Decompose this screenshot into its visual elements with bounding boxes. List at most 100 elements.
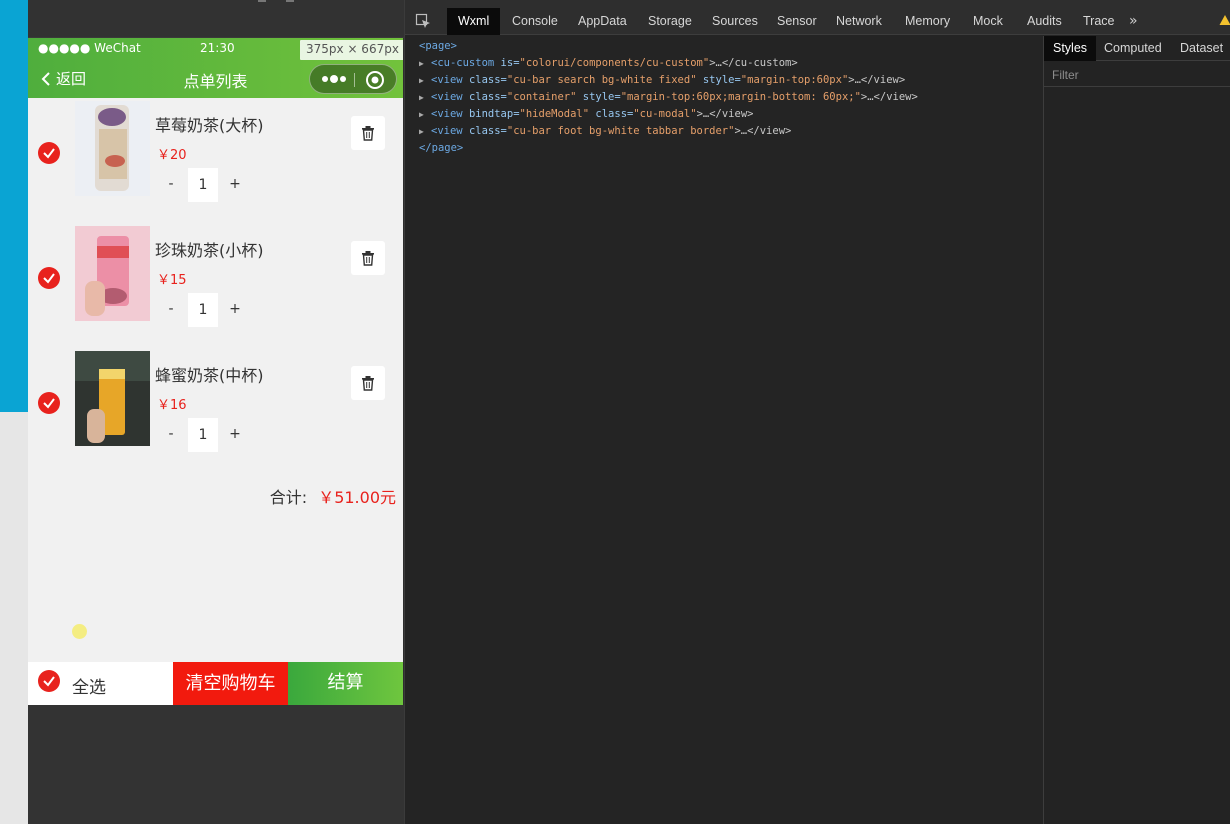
xml-tag-tail: >…</cu-custom> (709, 57, 798, 69)
item-name: 蜂蜜奶茶(中杯) (155, 366, 264, 385)
cart-item: 珍珠奶茶(小杯) ￥15 - 1 + (28, 223, 403, 327)
item-price: ￥16 (157, 398, 187, 413)
checkmark-icon (43, 273, 55, 284)
tab-trace[interactable]: Trace (1072, 8, 1126, 35)
xml-page-open[interactable]: <page> (419, 38, 457, 55)
xml-node[interactable]: ▶ <view class="container" style="margin-t… (419, 89, 918, 106)
desktop-wallpaper-strip (0, 0, 28, 412)
checkout-button[interactable]: 结算 (288, 662, 403, 705)
select-all-checkbox[interactable] (38, 670, 60, 692)
tab-sources[interactable]: Sources (701, 8, 769, 35)
simulator-toolbar (28, 0, 404, 38)
expand-triangle-icon: ▶ (419, 127, 424, 136)
navigation-bar: 返回 点单列表 (28, 58, 403, 98)
more-dots-icon[interactable] (321, 72, 349, 86)
status-time: 21:30 (200, 41, 235, 55)
wxml-tree: <page> ▶ <cu-custom is="colorui/component… (405, 36, 1043, 824)
xml-tag-tail: >…</view> (848, 74, 906, 86)
tab-console[interactable]: Console (501, 8, 569, 35)
tab-memory[interactable]: Memory (894, 8, 961, 35)
expand-triangle-icon: ▶ (419, 110, 424, 119)
xml-attr-value: "container" (506, 91, 577, 103)
more-tabs-icon[interactable]: » (1129, 13, 1138, 29)
miniprogram-capsule (309, 64, 397, 94)
cursor-indicator (72, 624, 87, 639)
trash-icon (362, 251, 374, 266)
devtools-top-strip (405, 0, 1230, 8)
trash-icon (362, 126, 374, 141)
xml-node[interactable]: ▶ <view class="cu-bar foot bg-white tabba… (419, 123, 791, 140)
tab-computed[interactable]: Computed (1095, 36, 1171, 61)
styles-tab-bar: Styles Computed Dataset (1044, 36, 1230, 61)
quantity-stepper: - 1 + (155, 168, 245, 202)
decrease-button[interactable]: - (161, 426, 181, 442)
quantity-value[interactable]: 1 (188, 293, 218, 327)
xml-attr-name: is (500, 57, 514, 69)
quantity-value[interactable]: 1 (188, 418, 218, 452)
xml-attr-value: "cu-bar foot bg-white tabbar border" (506, 125, 735, 137)
item-checkbox[interactable] (38, 392, 60, 414)
delete-button[interactable] (351, 241, 385, 275)
xml-tag: <view (431, 91, 463, 103)
clear-cart-button[interactable]: 清空购物车 (173, 662, 288, 705)
inspect-element-icon[interactable] (415, 13, 431, 29)
xml-node[interactable]: ▶ <cu-custom is="colorui/components/cu-cu… (419, 55, 798, 72)
checkmark-icon (43, 398, 55, 409)
capsule-divider (354, 73, 355, 87)
item-price: ￥20 (157, 148, 187, 163)
devtools-tab-bar: Wxml Console AppData Storage Sources Sen… (405, 8, 1230, 35)
xml-attr-value: "cu-modal" (633, 108, 697, 120)
desktop-background (0, 0, 28, 824)
xml-attr-name: style (702, 74, 735, 86)
xml-attr-name: bindtap (468, 108, 514, 120)
quantity-stepper: - 1 + (155, 418, 245, 452)
item-checkbox[interactable] (38, 142, 60, 164)
xml-tag-tail: >…</view> (860, 91, 918, 103)
xml-attr-value: "margin-top:60px;margin-bottom: 60px;" (620, 91, 861, 103)
tab-mock[interactable]: Mock (962, 8, 1014, 35)
tab-wxml[interactable]: Wxml (447, 8, 501, 35)
decrease-button[interactable]: - (161, 301, 181, 317)
xml-attr-name: class (595, 108, 628, 120)
order-total: 合计: ￥51.00元 (270, 484, 396, 508)
item-name: 珍珠奶茶(小杯) (155, 241, 264, 260)
simulator-panel: ●●●●● WeChat 21:30 375px × 667px 返回 点单列表 (28, 0, 404, 824)
tab-sensor[interactable]: Sensor (766, 8, 828, 35)
quantity-value[interactable]: 1 (188, 168, 218, 202)
xml-node[interactable]: ▶ <view bindtap="hideModal" class="cu-mod… (419, 106, 753, 123)
xml-attr-name: class (468, 74, 501, 86)
xml-page-close[interactable]: </page> (419, 140, 463, 157)
xml-tag: <cu-custom (431, 57, 495, 69)
xml-node[interactable]: ▶ <view class="cu-bar search bg-white fix… (419, 72, 905, 89)
select-all-label: 全选 (72, 678, 106, 698)
tab-dataset[interactable]: Dataset (1171, 36, 1230, 61)
warning-icon[interactable] (1219, 14, 1230, 26)
carrier-label: ●●●●● WeChat (38, 41, 141, 55)
increase-button[interactable]: + (225, 426, 245, 442)
delete-button[interactable] (351, 366, 385, 400)
close-target-icon[interactable] (365, 70, 385, 90)
tab-network[interactable]: Network (825, 8, 893, 35)
xml-attr-value: "hideModal" (519, 108, 590, 120)
select-all-control[interactable]: 全选 (28, 662, 173, 705)
decrease-button[interactable]: - (161, 176, 181, 192)
toolbar-tick (286, 0, 294, 2)
tab-styles[interactable]: Styles (1044, 36, 1097, 61)
product-image (75, 351, 150, 446)
checkmark-icon (43, 148, 55, 159)
tab-appdata[interactable]: AppData (567, 8, 638, 35)
styles-filter-input[interactable]: Filter (1044, 63, 1230, 87)
xml-attr-name: class (468, 91, 501, 103)
delete-button[interactable] (351, 116, 385, 150)
tab-storage[interactable]: Storage (637, 8, 703, 35)
increase-button[interactable]: + (225, 301, 245, 317)
item-price: ￥15 (157, 273, 187, 288)
viewport-size-hint: 375px × 667px (300, 40, 403, 60)
increase-button[interactable]: + (225, 176, 245, 192)
simulator-background (28, 705, 404, 824)
tab-audits[interactable]: Audits (1016, 8, 1073, 35)
item-checkbox[interactable] (38, 267, 60, 289)
xml-tag: <view (431, 74, 463, 86)
cart-item: 草莓奶茶(大杯) ￥20 - 1 + (28, 98, 403, 202)
xml-tag-tail: >…</view> (734, 125, 792, 137)
